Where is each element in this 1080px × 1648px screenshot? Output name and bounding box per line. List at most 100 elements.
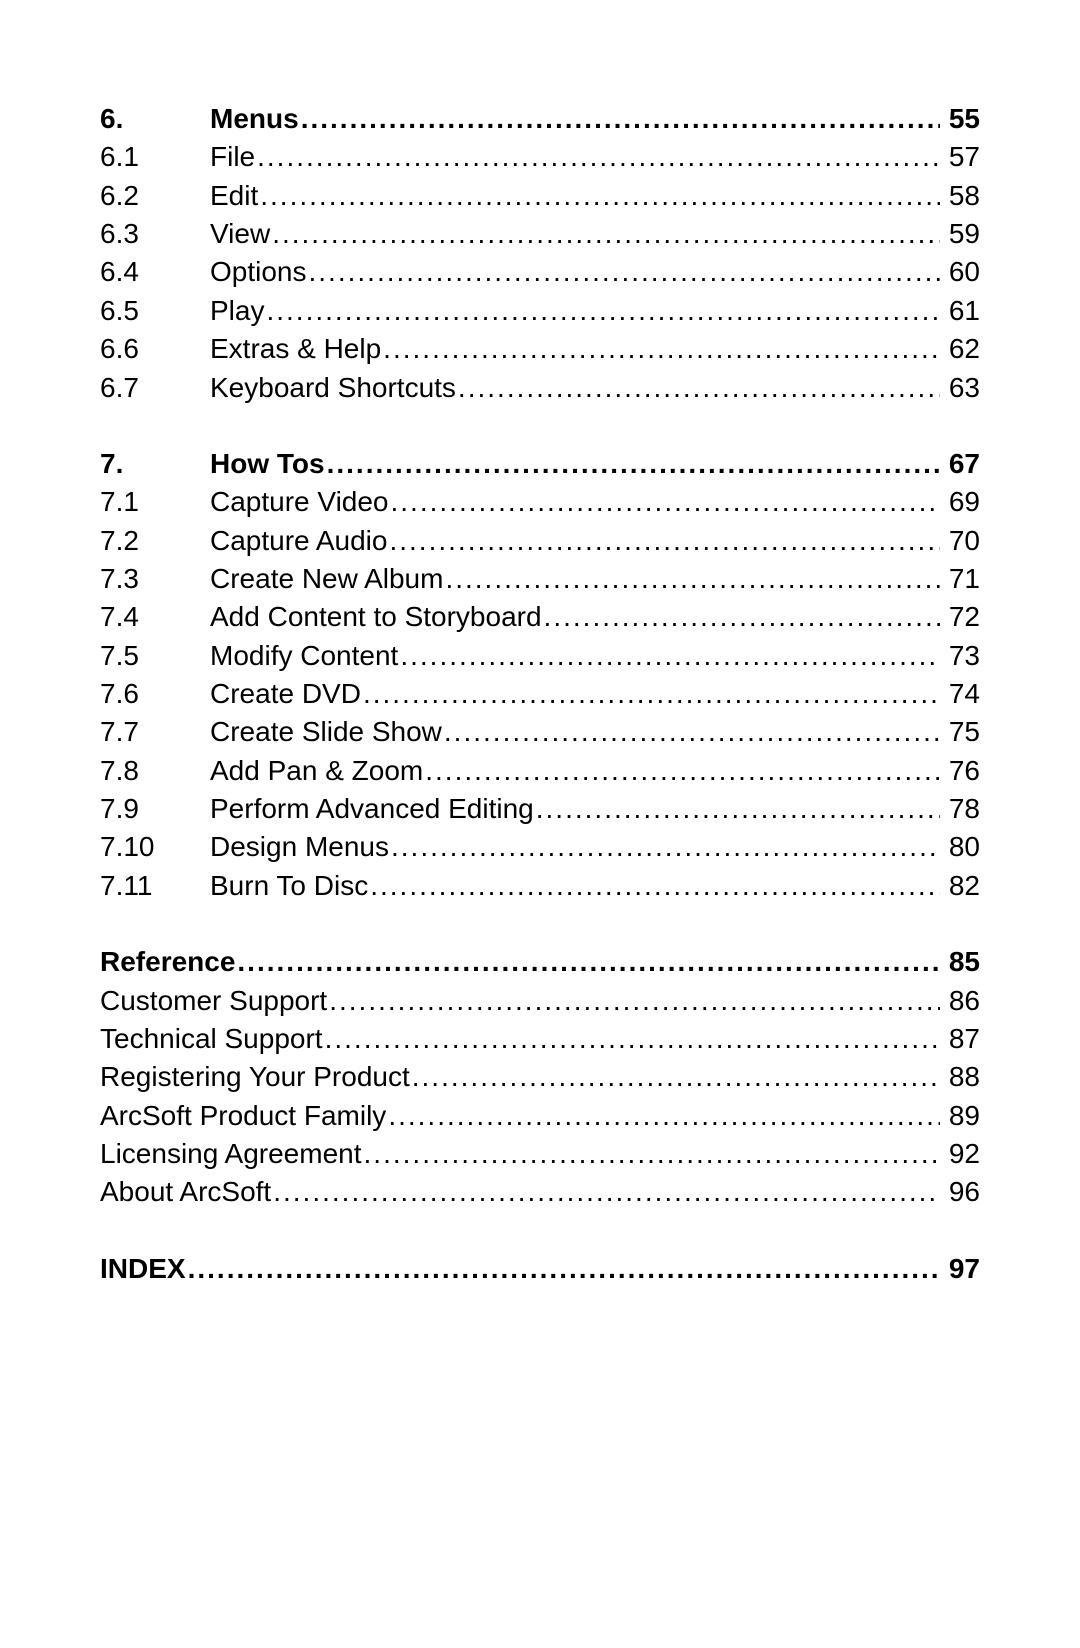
toc-entry: 7.2Capture Audio70 xyxy=(100,522,980,560)
section-gap xyxy=(100,1212,980,1250)
toc-leader-dots xyxy=(410,1058,940,1096)
toc-leader-dots xyxy=(389,483,941,521)
toc-entry: 7.4Add Content to Storyboard72 xyxy=(100,598,980,636)
toc-entry-number: 6.3 xyxy=(100,215,210,253)
toc-leader-dots xyxy=(235,943,940,981)
toc-leader-dots xyxy=(423,752,940,790)
toc-entry-title: Capture Audio xyxy=(210,522,387,560)
toc-entry-title: About ArcSoft xyxy=(100,1173,271,1211)
toc-leader-dots xyxy=(307,253,941,291)
toc-entry-page: 70 xyxy=(940,522,980,560)
toc-entry-page: 85 xyxy=(940,943,980,981)
toc-entry: 6.6Extras & Help 62 xyxy=(100,330,980,368)
toc-leader-dots xyxy=(361,675,940,713)
toc-entry: 7.6Create DVD 74 xyxy=(100,675,980,713)
toc-entry-title: Options xyxy=(210,253,307,291)
toc-entry: 7.11Burn To Disc82 xyxy=(100,867,980,905)
toc-entry-page: 60 xyxy=(940,253,980,291)
toc-entry-page: 63 xyxy=(940,369,980,407)
toc-heading: 7.How Tos67 xyxy=(100,445,980,483)
toc-leader-dots xyxy=(186,1250,940,1288)
toc-entry-number: 7.8 xyxy=(100,752,210,790)
toc-leader-dots xyxy=(534,790,940,828)
toc-entry-title: INDEX xyxy=(100,1250,186,1288)
toc-entry-title: Registering Your Product xyxy=(100,1058,410,1096)
toc-entry-page: 86 xyxy=(940,982,980,1020)
toc-entry: 6.4Options 60 xyxy=(100,253,980,291)
toc-entry-page: 62 xyxy=(940,330,980,368)
toc-entry-number: 7.10 xyxy=(100,828,210,866)
toc-leader-dots xyxy=(381,330,940,368)
toc-entry-number: 6.7 xyxy=(100,369,210,407)
toc-entry: 7.10Design Menus 80 xyxy=(100,828,980,866)
toc-heading: INDEX97 xyxy=(100,1250,980,1288)
toc-entry-title: Capture Video xyxy=(210,483,389,521)
toc-entry-page: 57 xyxy=(940,138,980,176)
toc-entry: 7.7Create Slide Show 75 xyxy=(100,713,980,751)
toc-entry-number: 7.6 xyxy=(100,675,210,713)
toc-leader-dots xyxy=(398,637,940,675)
toc-entry-page: 72 xyxy=(940,598,980,636)
toc-leader-dots xyxy=(264,292,940,330)
toc-entry-number: 6.4 xyxy=(100,253,210,291)
toc-leader-dots xyxy=(389,828,940,866)
toc-entry-title: Create New Album xyxy=(210,560,443,598)
section-gap xyxy=(100,905,980,943)
toc-entry-number: 7.5 xyxy=(100,637,210,675)
toc-entry-number: 6.5 xyxy=(100,292,210,330)
toc-entry-title: Licensing Agreement xyxy=(100,1135,362,1173)
toc-entry-page: 80 xyxy=(940,828,980,866)
toc-entry-title: Create Slide Show xyxy=(210,713,442,751)
toc-entry-title: Create DVD xyxy=(210,675,361,713)
toc-entry-title: Design Menus xyxy=(210,828,389,866)
toc-entry-page: 55 xyxy=(940,100,980,138)
toc-entry-page: 61 xyxy=(940,292,980,330)
toc-entry-title: Modify Content xyxy=(210,637,398,675)
toc-entry-title: Menus xyxy=(210,100,299,138)
toc-entry: 7.5Modify Content73 xyxy=(100,637,980,675)
toc-leader-dots xyxy=(255,138,940,176)
toc-leader-dots xyxy=(368,867,940,905)
toc-entry: Technical Support87 xyxy=(100,1020,980,1058)
toc-page: 6.Menus556.1File576.2Edit586.3View596.4O… xyxy=(0,0,1080,1288)
toc-entry-page: 59 xyxy=(940,215,980,253)
toc-entry: 7.3Create New Album 71 xyxy=(100,560,980,598)
toc-entry-number: 6.6 xyxy=(100,330,210,368)
toc-entry-title: Extras & Help xyxy=(210,330,381,368)
toc-entry: 7.1Capture Video69 xyxy=(100,483,980,521)
toc-leader-dots xyxy=(271,1173,940,1211)
toc-entry-page: 75 xyxy=(940,713,980,751)
toc-entry-title: Play xyxy=(210,292,264,330)
toc-entry-number: 6.2 xyxy=(100,177,210,215)
toc-leader-dots xyxy=(362,1135,940,1173)
toc-entry-page: 71 xyxy=(940,560,980,598)
toc-entry-title: Burn To Disc xyxy=(210,867,368,905)
toc-entry-page: 74 xyxy=(940,675,980,713)
toc-entry-number: 7.7 xyxy=(100,713,210,751)
toc-entry: 6.1File57 xyxy=(100,138,980,176)
toc-entry-number: 7.3 xyxy=(100,560,210,598)
toc-leader-dots xyxy=(325,445,940,483)
toc-entry-page: 82 xyxy=(940,867,980,905)
toc-leader-dots xyxy=(327,982,940,1020)
toc-entry: 6.2Edit58 xyxy=(100,177,980,215)
toc-entry: About ArcSoft 96 xyxy=(100,1173,980,1211)
toc-leader-dots xyxy=(542,598,940,636)
toc-entry: 7.8Add Pan & Zoom76 xyxy=(100,752,980,790)
toc-entry-title: Edit xyxy=(210,177,258,215)
toc-entry-title: Reference xyxy=(100,943,235,981)
toc-entry-number: 7.1 xyxy=(100,483,210,521)
toc-entry: Licensing Agreement92 xyxy=(100,1135,980,1173)
toc-entry-title: ArcSoft Product Family xyxy=(100,1097,386,1135)
toc-leader-dots xyxy=(456,369,940,407)
toc-entry-page: 88 xyxy=(940,1058,980,1096)
toc-heading: Reference 85 xyxy=(100,943,980,981)
toc-leader-dots xyxy=(323,1020,940,1058)
section-gap xyxy=(100,407,980,445)
toc-entry-number: 6. xyxy=(100,100,210,138)
toc-entry-page: 96 xyxy=(940,1173,980,1211)
toc-entry-number: 7.4 xyxy=(100,598,210,636)
toc-leader-dots xyxy=(270,215,940,253)
toc-leader-dots xyxy=(386,1097,940,1135)
toc-leader-dots xyxy=(442,713,940,751)
